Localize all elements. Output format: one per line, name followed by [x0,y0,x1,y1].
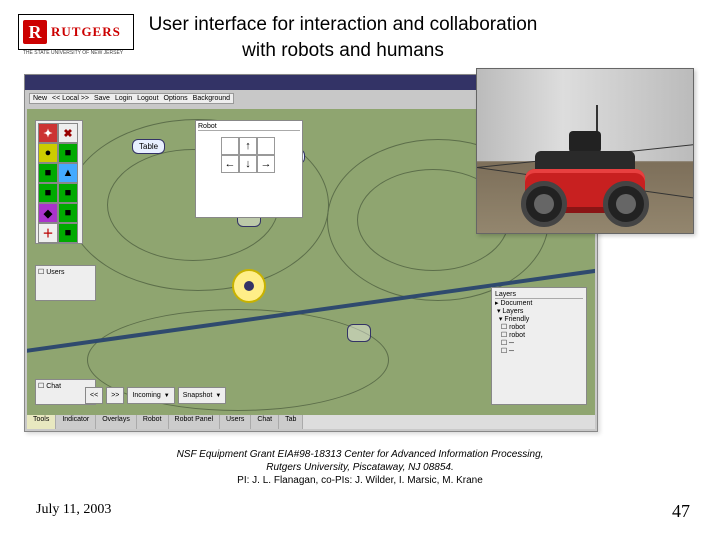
tool-icon[interactable]: ◆ [38,203,58,223]
chat-label: Chat [46,383,61,390]
tool-icon[interactable]: ▲ [58,163,78,183]
tab-tools[interactable]: Tools [27,415,56,429]
robot-marker[interactable] [232,269,266,303]
incoming-dropdown[interactable]: Incoming▼ [127,387,174,404]
wheel-icon [521,181,567,227]
tool-icon[interactable]: ■ [58,203,78,223]
menu-login[interactable]: Login [115,95,132,102]
robot-control-panel: Robot ↑ ← ↓ → [195,120,303,218]
menubar[interactable]: New << Local >> Save Login Logout Option… [29,93,234,104]
arrow-up-button[interactable]: ↑ [239,137,257,155]
tab-indicator[interactable]: Indicator [56,415,96,429]
menu-logout[interactable]: Logout [137,95,158,102]
slide-title: User interface for interaction and colla… [148,12,538,64]
layer-item[interactable]: ☐ robot [495,331,583,339]
layers-panel[interactable]: Layers ▸ Document ▾ Layers ▾ Friendly ☐ … [491,287,587,405]
layer-item[interactable]: ☐ robot [495,323,583,331]
slide-date: July 11, 2003 [36,502,111,518]
tab-extra[interactable]: Tab [279,415,303,429]
robot-panel-title: Robot [198,123,300,131]
arrow-right-button[interactable]: → [257,155,275,173]
menu-background[interactable]: Background [193,95,230,102]
tool-palette[interactable]: ✦ ✖ ● ■ ■ ▲ ■ ■ ◆ ■ ＋ ■ [35,120,83,244]
tool-icon[interactable]: ■ [58,183,78,203]
rutgers-logo: R RUTGERS [18,14,134,50]
tool-plus-icon[interactable]: ＋ [38,223,58,243]
menu-save[interactable]: Save [94,95,110,102]
layer-item[interactable]: ☐ ─ [495,347,583,355]
tool-icon[interactable]: ■ [58,223,78,243]
map-marker[interactable] [347,324,371,342]
tool-icon[interactable]: ■ [58,143,78,163]
tab-robot[interactable]: Robot [137,415,169,429]
nav-prev-button[interactable]: << [85,387,103,404]
tab-overlays[interactable]: Overlays [96,415,137,429]
grant-footer: NSF Equipment Grant EIA#98-18313 Center … [0,448,720,487]
logo-r-icon: R [23,20,47,44]
tab-chat[interactable]: Chat [251,415,279,429]
tool-icon[interactable]: ■ [38,183,58,203]
logo-subtext: THE STATE UNIVERSITY OF NEW JERSEY [18,50,128,56]
snapshot-dropdown[interactable]: Snapshot▼ [178,387,227,404]
tab-users[interactable]: Users [220,415,251,429]
pi-line: PI: J. L. Flanagan, co-PIs: J. Wilder, I… [237,475,483,486]
label-table: Table [132,139,165,154]
users-panel[interactable]: ☐ Users [35,265,96,301]
users-label: Users [46,269,64,276]
tab-bar: Tools Indicator Overlays Robot Robot Pan… [27,415,595,429]
logo-text: RUTGERS [51,24,121,40]
layer-item[interactable]: ▸ Document [495,299,583,307]
layer-item[interactable]: ▾ Friendly [495,315,583,323]
layer-item[interactable]: ▾ Layers [495,307,583,315]
nav-next-button[interactable]: >> [106,387,124,404]
layer-item[interactable]: ☐ ─ [495,339,583,347]
tool-icon[interactable]: ✦ [38,123,58,143]
menu-options[interactable]: Options [164,95,188,102]
tool-delete-icon[interactable]: ✖ [58,123,78,143]
tool-icon[interactable]: ■ [38,163,58,183]
menu-local[interactable]: << Local >> [52,95,89,102]
arrow-left-button[interactable]: ← [221,155,239,173]
tab-robot-panel[interactable]: Robot Panel [169,415,221,429]
arrow-down-button[interactable]: ↓ [239,155,257,173]
tool-icon[interactable]: ● [38,143,58,163]
menu-new[interactable]: New [33,95,47,102]
robot-photo [476,68,694,234]
sensor-icon [569,131,601,153]
layers-title: Layers [495,291,583,299]
bottom-bar: << >> Incoming▼ Snapshot▼ [85,387,487,405]
slide-number: 47 [672,501,690,522]
antenna-icon [596,105,598,133]
wheel-icon [603,181,649,227]
